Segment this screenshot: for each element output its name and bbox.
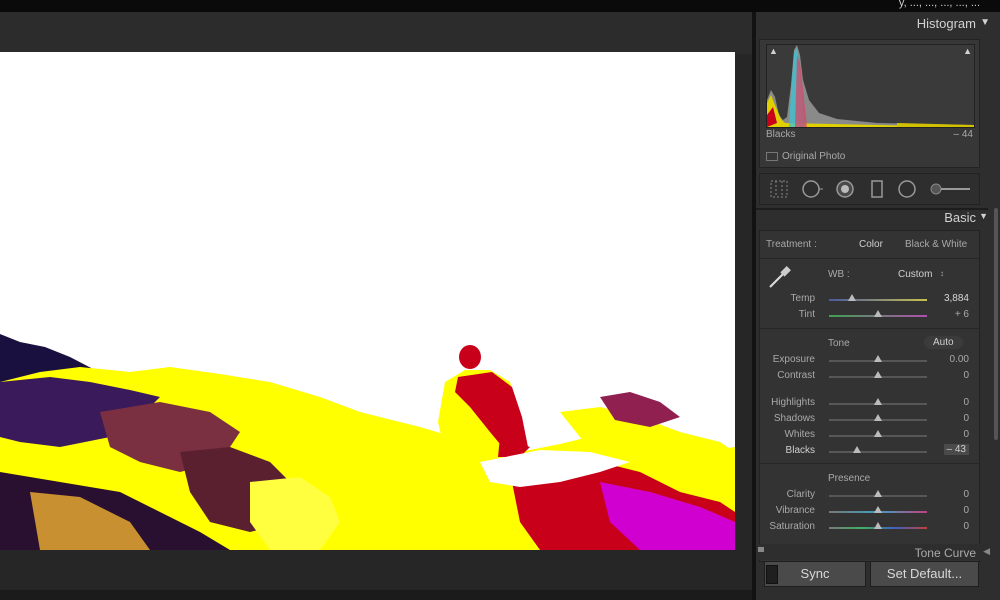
saturation-value[interactable]: 0	[929, 521, 969, 532]
wb-label: WB :	[828, 269, 850, 280]
temp-slider-thumb[interactable]	[847, 294, 856, 301]
basic-title[interactable]: Basic	[944, 210, 976, 225]
histogram-title[interactable]: Histogram	[917, 16, 976, 31]
set-default-button[interactable]: Set Default...	[870, 561, 979, 587]
basic-collapse-icon[interactable]: ▼	[979, 211, 988, 221]
tint-slider-thumb[interactable]	[874, 310, 882, 317]
contrast-slider-thumb[interactable]	[874, 371, 882, 378]
top-menu-text: y, ..., ..., ..., ..., ...	[898, 0, 980, 9]
highlight-clipping-icon[interactable]: ▲	[963, 46, 972, 56]
panel-scrollbar[interactable]	[994, 208, 998, 440]
tool-strip	[759, 173, 980, 205]
top-menu-bar: y, ..., ..., ..., ..., ...	[0, 0, 1000, 12]
clarity-label: Clarity	[786, 489, 815, 500]
adjustment-brush-icon[interactable]	[930, 180, 972, 198]
row-separator	[760, 258, 979, 259]
sync-button[interactable]: Sync	[764, 561, 866, 587]
treatment-color-button[interactable]: Color	[859, 239, 883, 250]
exposure-label: Exposure	[772, 354, 815, 365]
tone-curve-header[interactable]: Tone Curve ◀	[756, 544, 1000, 560]
clarity-value[interactable]: 0	[929, 489, 969, 500]
highlights-slider-thumb[interactable]	[874, 398, 882, 405]
auto-sync-switch[interactable]	[766, 565, 778, 584]
vibrance-label: Vibrance	[775, 505, 815, 516]
saturation-slider-thumb[interactable]	[874, 522, 882, 529]
shadows-label: Shadows	[773, 413, 815, 424]
tint-label: Tint	[798, 309, 815, 320]
temp-slider[interactable]	[829, 299, 927, 301]
highlights-value[interactable]: 0	[929, 397, 969, 408]
radial-filter-icon[interactable]	[898, 180, 916, 198]
vibrance-slider-thumb[interactable]	[874, 506, 882, 513]
blacks-label: Blacks	[785, 445, 815, 456]
sync-button-label: Sync	[800, 566, 830, 581]
row-separator	[760, 328, 979, 329]
blacks-slider[interactable]	[829, 451, 927, 453]
temp-label: Temp	[790, 293, 815, 304]
treatment-label: Treatment :	[766, 239, 817, 250]
shadows-slider-thumb[interactable]	[874, 414, 882, 421]
original-photo-checkbox[interactable]	[766, 151, 778, 161]
temp-value[interactable]: 3,884	[929, 293, 969, 304]
wb-eyedropper-icon[interactable]	[766, 263, 794, 291]
contrast-value[interactable]: 0	[929, 370, 969, 381]
red-eye-icon[interactable]	[836, 180, 854, 198]
highlights-label: Highlights	[771, 397, 815, 408]
histogram-graph: ▲ ▲	[766, 44, 975, 128]
basic-panel: Treatment : Color Black & White WB : Cus…	[759, 230, 980, 562]
histogram-collapse-icon[interactable]: ▼	[980, 17, 990, 28]
spot-removal-icon[interactable]	[802, 180, 823, 198]
whites-value[interactable]: 0	[929, 429, 969, 440]
exposure-value[interactable]: 0.00	[929, 354, 969, 365]
filmstrip-edge	[0, 590, 752, 600]
develop-right-panel: Histogram ▼ ▲ ▲ Blacks – 44 Original Pho…	[756, 12, 1000, 600]
original-photo-label: Original Photo	[782, 151, 846, 162]
blacks-value[interactable]: – 43	[943, 444, 969, 455]
graduated-filter-icon[interactable]	[868, 180, 886, 198]
whites-slider-thumb[interactable]	[874, 430, 882, 437]
tone-label: Tone	[828, 338, 850, 349]
presence-label: Presence	[828, 473, 871, 484]
histogram-readout-label: Blacks	[766, 129, 796, 140]
contrast-label: Contrast	[777, 370, 815, 381]
tone-curve-expand-icon[interactable]: ◀	[983, 546, 990, 557]
blacks-slider-thumb[interactable]	[853, 446, 862, 453]
saturation-label: Saturation	[769, 521, 815, 532]
row-separator	[760, 463, 979, 464]
wb-select-arrow-icon[interactable]: ↕	[940, 269, 944, 278]
shadows-value[interactable]: 0	[929, 413, 969, 424]
clarity-slider-thumb[interactable]	[874, 490, 882, 497]
crop-overlay-icon[interactable]	[770, 180, 788, 198]
tone-curve-title[interactable]: Tone Curve	[915, 546, 976, 560]
tone-auto-button[interactable]: Auto	[924, 336, 963, 349]
tint-value[interactable]: + 6	[929, 309, 969, 320]
set-default-button-label: Set Default...	[886, 566, 963, 581]
panel-handle-icon[interactable]	[758, 547, 764, 552]
exposure-slider-thumb[interactable]	[874, 355, 882, 362]
treatment-bw-button[interactable]: Black & White	[905, 239, 967, 250]
histogram-panel: ▲ ▲ Blacks – 44 Original Photo	[759, 39, 980, 168]
wb-select[interactable]: Custom	[898, 269, 932, 280]
shadow-clipping-icon[interactable]: ▲	[769, 46, 778, 56]
photo-preview[interactable]	[0, 52, 735, 550]
original-photo-toggle[interactable]: Original Photo	[766, 151, 845, 162]
whites-label: Whites	[784, 429, 815, 440]
vibrance-value[interactable]: 0	[929, 505, 969, 516]
histogram-readout-value: – 44	[953, 129, 973, 140]
